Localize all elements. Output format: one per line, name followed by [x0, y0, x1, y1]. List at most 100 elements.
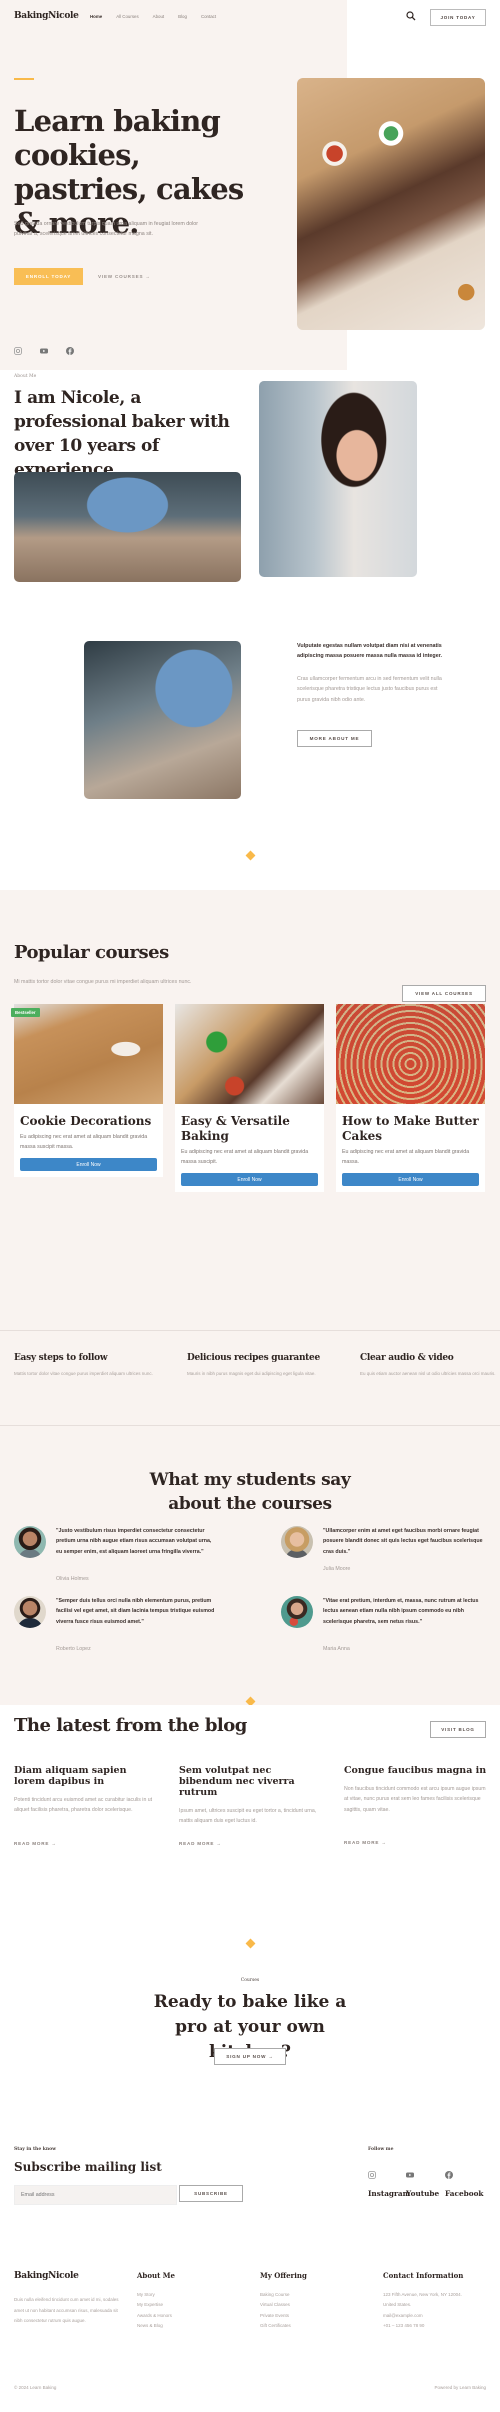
courses-section: Popular courses Mi mattis tortor dolor v… — [0, 890, 500, 1330]
nav-home[interactable]: Home — [90, 14, 102, 19]
subscribe-label: Stay in the know — [14, 2147, 57, 2152]
course-description: Eu adipiscing nec erat amet at aliquam b… — [342, 1149, 470, 1165]
read-more-link[interactable]: READ MORE → — [179, 1841, 222, 1846]
nav-all-courses[interactable]: All Courses — [116, 14, 138, 19]
post-title[interactable]: Diam aliquam sapien lorem dapibus in — [14, 1765, 159, 1787]
copyright: © 2024 Learn Baking — [14, 2385, 57, 2390]
instagram-icon — [368, 2171, 376, 2179]
hero-image — [297, 78, 485, 330]
cta-section: Courses Ready to bake like a pro at your… — [0, 1938, 500, 2115]
course-image — [336, 1004, 485, 1104]
footer-link[interactable]: News & Blog — [137, 2321, 175, 2331]
course-title[interactable]: Cookie Decorations — [14, 1104, 163, 1129]
feature-item: Easy steps to follow Mattis tortor dolor… — [14, 1353, 164, 1380]
footer-column-title: About Me — [137, 2271, 175, 2280]
powered-by: Powered by Learn Baking — [434, 2385, 486, 2390]
feature-title: Delicious recipes guarantee — [187, 1353, 320, 1363]
subscribe-button[interactable]: SUBSCRIBE — [179, 2185, 243, 2202]
about-label: About Me — [14, 374, 37, 379]
features-section: Easy steps to follow Mattis tortor dolor… — [0, 1330, 500, 1425]
enroll-today-button[interactable]: ENROLL TODAY — [14, 268, 83, 285]
testimonial-author: Olivia Holmes — [56, 1576, 89, 1582]
dough-image — [84, 641, 241, 799]
hero-text: Sed gravida ornare vestibulum turpis qua… — [14, 221, 199, 237]
enroll-now-button[interactable]: Enroll Now — [342, 1173, 479, 1186]
instagram-icon[interactable] — [14, 347, 22, 355]
subscribe-title: Subscribe mailing list — [14, 2160, 162, 2174]
follow-label: Follow me — [368, 2147, 394, 2152]
footer-column-title: My Offering — [260, 2271, 307, 2280]
post-excerpt: Ipsum amet, ultrices suscipit eu eget to… — [179, 1808, 317, 1825]
course-description: Eu adipiscing nec erat amet at aliquam b… — [181, 1149, 309, 1165]
footer-link[interactable]: Baking Course — [260, 2290, 307, 2300]
footer-about-text: Duis nulla eleifend tincidunt cum amet i… — [14, 2297, 119, 2323]
avatar — [281, 1526, 313, 1558]
footer-column-about: About Me My Story My Expertise Awards & … — [137, 2271, 175, 2332]
footer-link[interactable]: Virtual Classes — [260, 2300, 307, 2310]
follow-facebook-label: Facebook — [445, 2189, 484, 2198]
site-footer: BakingNicole Duis nulla eleifend tincidu… — [0, 2255, 500, 2412]
follow-youtube[interactable]: Youtube — [406, 2171, 439, 2198]
view-courses-link[interactable]: VIEW COURSES → — [98, 268, 151, 285]
follow-youtube-label: Youtube — [406, 2189, 440, 2198]
course-image — [175, 1004, 324, 1104]
footer-link[interactable]: Gift Certificates — [260, 2321, 307, 2331]
sign-up-now-button[interactable]: SIGN UP NOW → — [214, 2048, 286, 2065]
avatar — [281, 1596, 313, 1628]
feature-text: Mattis tortor dolor vitae congue purus i… — [14, 1371, 153, 1376]
footer-link[interactable]: My Story — [137, 2290, 175, 2300]
course-card[interactable]: Bestseller Cookie Decorations Eu adipisc… — [11, 1004, 163, 1177]
post-title[interactable]: Sem volutpat nec bibendum nec viverra ru… — [179, 1765, 324, 1798]
enroll-now-button[interactable]: Enroll Now — [20, 1158, 157, 1171]
facebook-icon — [445, 2171, 453, 2179]
read-more-link[interactable]: READ MORE → — [14, 1841, 57, 1846]
course-image: Bestseller — [11, 1004, 163, 1104]
nav-contact[interactable]: Contact — [201, 14, 216, 19]
more-about-me-button[interactable]: MORE ABOUT ME — [297, 730, 372, 747]
post-title[interactable]: Congue faucibus magna in — [344, 1765, 489, 1776]
baking-image — [14, 472, 241, 582]
accent-line — [14, 78, 34, 80]
footer-column-offering: My Offering Baking Course Virtual Classe… — [260, 2271, 307, 2332]
nav-about[interactable]: About — [153, 14, 164, 19]
course-card[interactable]: How to Make Butter Cakes Eu adipiscing n… — [336, 1004, 485, 1192]
site-logo[interactable]: BakingNicole — [14, 11, 79, 21]
contact-email[interactable]: mail@example.com — [383, 2311, 463, 2321]
hero-section: BakingNicole Home All Courses About Blog… — [0, 0, 500, 370]
enroll-now-button[interactable]: Enroll Now — [181, 1173, 318, 1186]
nav-blog[interactable]: Blog — [178, 14, 187, 19]
testimonial-author: Julia Moore — [323, 1566, 351, 1572]
footer-link[interactable]: Awards & Honors — [137, 2311, 175, 2321]
footer-link[interactable]: My Expertise — [137, 2300, 175, 2310]
testimonial-quote: "Ullamcorper enim at amet eget faucibus … — [323, 1528, 483, 1555]
course-card[interactable]: Easy & Versatile Baking Eu adipiscing ne… — [175, 1004, 324, 1192]
blog-post: Sem volutpat nec bibendum nec viverra ru… — [179, 1765, 324, 1827]
testimonial-quote: "Justo vestibulum risus imperdiet consec… — [56, 1528, 212, 1555]
site-header: BakingNicole Home All Courses About Blog… — [0, 0, 500, 35]
follow-facebook[interactable]: Facebook — [445, 2171, 484, 2198]
footer-link[interactable]: Private Events — [260, 2311, 307, 2321]
youtube-icon[interactable] — [40, 347, 48, 355]
feature-item: Clear audio & video Eu quis etiam auctor… — [360, 1353, 500, 1380]
contact-phone[interactable]: +01 – 123 456 78 90 — [383, 2321, 463, 2331]
read-more-link[interactable]: READ MORE → — [344, 1840, 387, 1845]
bestseller-badge: Bestseller — [11, 1008, 40, 1017]
divider-diamond — [245, 850, 256, 861]
course-title[interactable]: How to Make Butter Cakes — [336, 1104, 485, 1144]
cta-label: Courses — [240, 1978, 260, 1983]
visit-blog-button[interactable]: VISIT BLOG — [430, 1721, 486, 1738]
feature-title: Clear audio & video — [360, 1353, 454, 1363]
avatar — [14, 1526, 46, 1558]
footer-column-contact: Contact Information 123 Fifth Avenue, Ne… — [383, 2271, 463, 2332]
join-today-button[interactable]: JOIN TODAY — [430, 9, 486, 26]
footer-column-title: Contact Information — [383, 2271, 464, 2280]
search-icon[interactable] — [406, 11, 416, 21]
divider-diamond — [245, 1938, 256, 1949]
footer-logo[interactable]: BakingNicole — [14, 2271, 79, 2281]
facebook-icon[interactable] — [66, 347, 74, 355]
email-input[interactable] — [14, 2185, 177, 2205]
view-all-courses-button[interactable]: VIEW ALL COURSES — [402, 985, 486, 1002]
course-title[interactable]: Easy & Versatile Baking — [175, 1104, 324, 1144]
hero-social-links — [14, 347, 74, 355]
follow-instagram[interactable]: Instagram — [368, 2171, 410, 2198]
